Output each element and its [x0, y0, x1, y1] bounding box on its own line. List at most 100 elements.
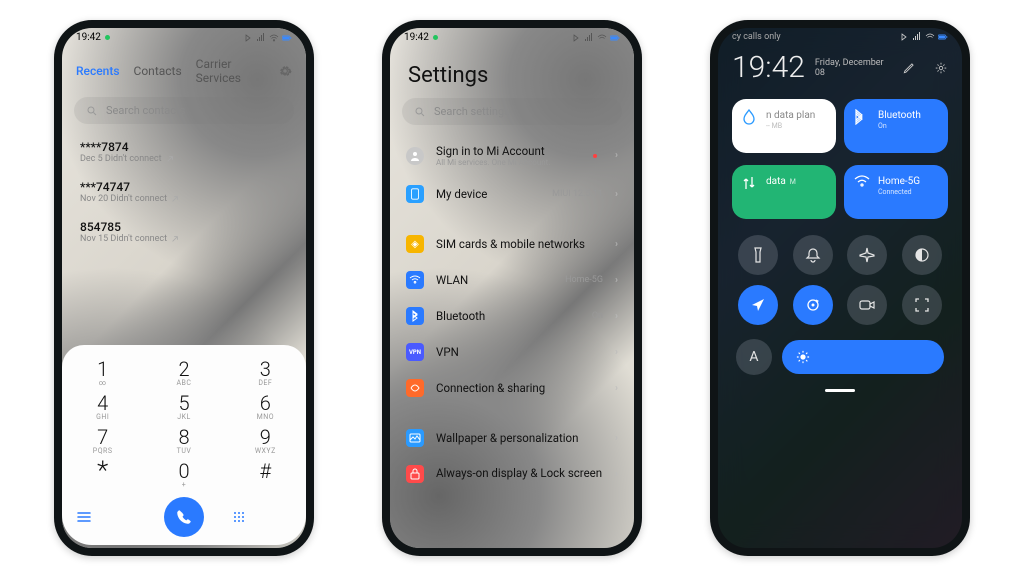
bluetooth-icon — [854, 109, 870, 143]
outgoing-call-icon — [171, 195, 179, 203]
recent-call-item[interactable]: 854785 Nov 15 Didn't connect — [62, 212, 306, 252]
tab-carrier-services[interactable]: Carrier Services — [196, 57, 264, 85]
bell-icon — [805, 247, 821, 263]
phone-control-center: cy calls only 19:42 Friday, December 08 … — [710, 20, 970, 556]
search-icon — [414, 106, 426, 118]
wallpaper-icon — [406, 429, 424, 447]
key-7[interactable]: 7PQRS — [73, 427, 133, 455]
lock-icon — [406, 465, 424, 483]
search-placeholder: Search settings — [434, 105, 510, 118]
tab-contacts[interactable]: Contacts — [134, 64, 182, 78]
battery-icon — [282, 33, 292, 43]
status-bar: 19:42 — [390, 28, 634, 43]
tile-bluetooth[interactable]: BluetoothOn — [844, 99, 948, 153]
bluetooth-icon — [571, 33, 581, 43]
cc-header: 19:42 Friday, December 08 — [718, 42, 962, 93]
wifi-icon — [269, 33, 279, 43]
signal-icon — [256, 33, 266, 43]
outgoing-call-icon — [166, 155, 174, 163]
dialpad-toggle-button[interactable] — [232, 510, 292, 524]
settings-item-mydevice[interactable]: My device MIUI 12.5.11 › — [390, 176, 634, 212]
chevron-right-icon: › — [615, 311, 618, 322]
tile-mobile-data[interactable]: dataM — [732, 165, 836, 219]
location-icon — [750, 297, 766, 313]
key-4[interactable]: 4GHI — [73, 393, 133, 421]
toggle-screen-record[interactable] — [847, 285, 887, 325]
settings-item-wlan[interactable]: WLAN Home-5G › — [390, 262, 634, 298]
menu-button[interactable] — [76, 511, 136, 523]
settings-item-sim[interactable]: ◈ SIM cards & mobile networks › — [390, 226, 634, 262]
status-icons — [899, 32, 948, 42]
phone-device-icon — [406, 185, 424, 203]
rotation-lock-icon — [805, 297, 821, 313]
toggle-dnd[interactable] — [793, 235, 833, 275]
settings-gear-icon[interactable] — [934, 61, 948, 75]
toggle-scanner[interactable] — [902, 285, 942, 325]
toggle-airplane[interactable] — [847, 235, 887, 275]
chevron-right-icon: › — [615, 150, 618, 161]
key-3[interactable]: 3DEF — [235, 359, 295, 387]
account-avatar-icon — [406, 147, 424, 165]
chevron-right-icon: › — [615, 383, 618, 394]
phone-icon — [175, 508, 193, 526]
status-icons — [243, 33, 292, 43]
phone-settings: 19:42 Settings Search settings Sign in t… — [382, 20, 642, 556]
tile-wifi[interactable]: Home-5GConnected — [844, 165, 948, 219]
toggle-flashlight[interactable] — [738, 235, 778, 275]
wifi-icon — [854, 175, 870, 209]
recent-call-item[interactable]: ****7874 Dec 5 Didn't connect — [62, 132, 306, 172]
call-button[interactable] — [164, 497, 204, 537]
settings-item-account[interactable]: Sign in to Mi AccountAll Mi services. On… — [390, 135, 634, 176]
settings-item-vpn[interactable]: VPN VPN › — [390, 334, 634, 370]
toggle-font-size[interactable]: A — [736, 339, 772, 375]
key-hash[interactable]: # — [235, 461, 295, 489]
dial-pad: 1∞ 2ABC 3DEF 4GHI 5JKL 6MNO 7PQRS 8TUV 9… — [62, 345, 306, 545]
settings-gear-icon[interactable] — [278, 64, 292, 78]
search-settings-input[interactable]: Search settings — [402, 98, 622, 125]
battery-icon — [938, 32, 948, 42]
key-0[interactable]: 0+ — [154, 461, 214, 489]
recent-call-item[interactable]: ***74747 Nov 20 Didn't connect — [62, 172, 306, 212]
chevron-right-icon: › — [615, 275, 618, 286]
drag-handle[interactable] — [825, 389, 855, 392]
carrier-text: cy calls only — [732, 32, 781, 42]
font-icon: A — [749, 349, 758, 365]
bluetooth-icon — [899, 32, 909, 42]
page-title: Settings — [390, 43, 634, 92]
share-icon — [406, 379, 424, 397]
brightness-slider[interactable] — [782, 340, 944, 374]
key-8[interactable]: 8TUV — [154, 427, 214, 455]
key-5[interactable]: 5JKL — [154, 393, 214, 421]
key-1[interactable]: 1∞ — [73, 359, 133, 387]
key-2[interactable]: 2ABC — [154, 359, 214, 387]
clock-large: 19:42 — [732, 50, 805, 85]
toggle-rotation[interactable] — [793, 285, 833, 325]
droplet-icon — [742, 109, 758, 143]
search-placeholder: Search contacts — [106, 104, 185, 117]
toggle-dark-mode[interactable] — [902, 235, 942, 275]
key-9[interactable]: 9WXYZ — [235, 427, 295, 455]
key-star[interactable]: * — [73, 461, 133, 489]
brightness-icon — [796, 350, 810, 364]
search-icon — [86, 105, 98, 117]
chevron-right-icon: › — [615, 433, 618, 444]
bluetooth-icon — [406, 307, 424, 325]
key-6[interactable]: 6MNO — [235, 393, 295, 421]
settings-item-lockscreen[interactable]: Always-on display & Lock screen › — [390, 456, 634, 492]
search-contacts-input[interactable]: Search contacts — [74, 97, 294, 124]
chevron-right-icon: › — [615, 469, 618, 480]
tab-recents[interactable]: Recents — [76, 64, 120, 78]
clock-text: 19:42 — [404, 32, 429, 43]
wifi-icon — [925, 32, 935, 42]
airplane-icon — [859, 247, 875, 263]
settings-item-wallpaper[interactable]: Wallpaper & personalization › — [390, 420, 634, 456]
phone-dialer: 19:42 Recents Contacts Carrier Services … — [54, 20, 314, 556]
toggle-location[interactable] — [738, 285, 778, 325]
signal-icon — [584, 33, 594, 43]
settings-item-connection[interactable]: Connection & sharing › — [390, 370, 634, 406]
edit-icon[interactable] — [902, 61, 916, 75]
settings-item-bluetooth[interactable]: Bluetooth On › — [390, 298, 634, 334]
tile-data-plan[interactable]: n data plan-- MB — [732, 99, 836, 153]
sim-icon: ◈ — [406, 235, 424, 253]
chevron-right-icon: › — [615, 347, 618, 358]
